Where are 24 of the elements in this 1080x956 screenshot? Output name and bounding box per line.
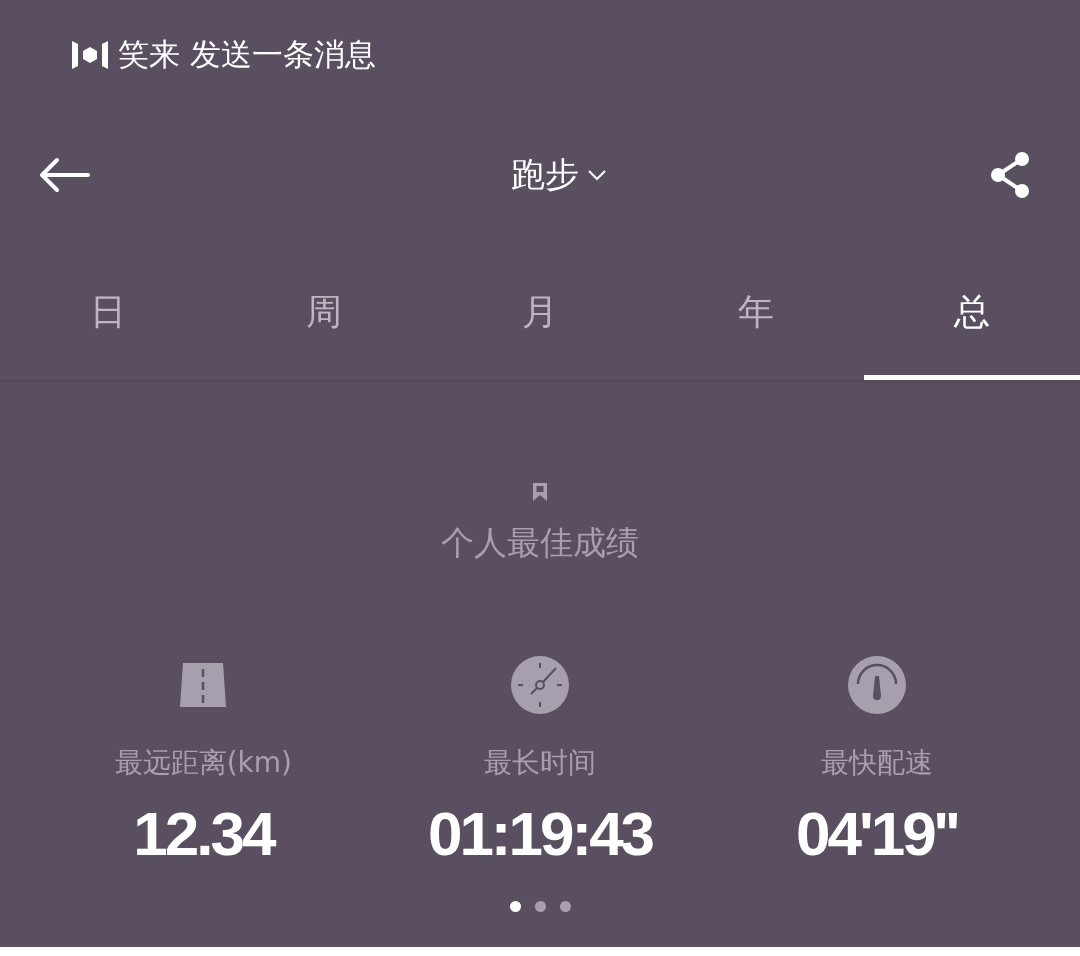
stat-label: 最远距离(km) — [114, 745, 292, 781]
share-icon[interactable] — [988, 151, 1032, 199]
period-tab[interactable]: 年 — [648, 250, 864, 380]
sport-dropdown[interactable]: 跑步 — [511, 152, 607, 198]
stat-label: 最快配速 — [820, 745, 933, 781]
stat-value: 04'19'' — [796, 798, 958, 869]
page-dot[interactable] — [509, 901, 521, 912]
speedometer-icon — [847, 656, 906, 714]
stat-label: 最长时间 — [484, 745, 596, 781]
page-dot[interactable] — [534, 901, 546, 912]
period-tab[interactable]: 周 — [216, 250, 432, 380]
section-title: 个人最佳成绩 — [441, 522, 639, 564]
page-dot[interactable] — [559, 901, 571, 912]
stat-value: 12.34 — [133, 798, 274, 869]
stat-value: 01:19:43 — [427, 798, 653, 869]
bookmark-icon — [533, 483, 547, 501]
period-tab[interactable]: 总 — [864, 250, 1080, 380]
stopwatch-icon — [511, 656, 569, 714]
brand-message[interactable]: 笑来 发送一条消息 — [118, 34, 376, 76]
period-tab[interactable]: 日 — [0, 250, 216, 380]
caret-icon — [587, 169, 607, 181]
period-tab[interactable]: 月 — [432, 250, 648, 380]
back-arrow-icon[interactable] — [38, 157, 90, 193]
logo-icon — [70, 39, 110, 71]
